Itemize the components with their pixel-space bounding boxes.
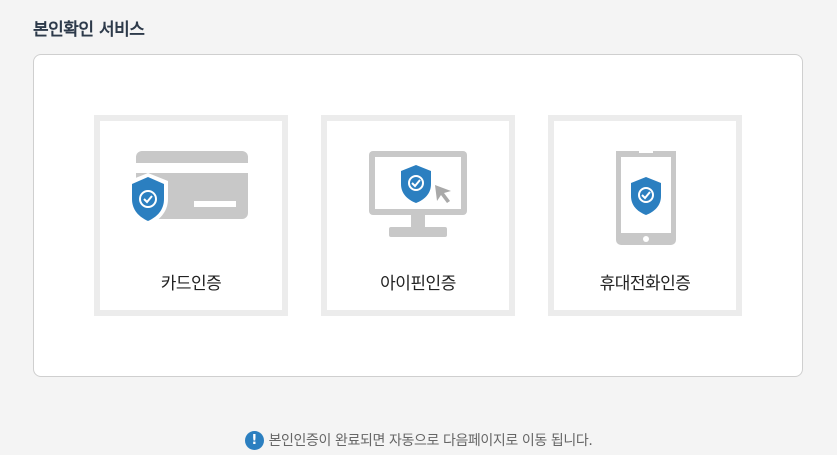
identity-verification-page: 본인확인 서비스 카드인증 아이핀인증 휴대전화인증 ! 본인인증이 완료되면 … [0,0,837,455]
method-label: 카드인증 [160,274,222,294]
card-shield-icon [100,151,282,251]
method-label: 아이핀인증 [380,274,456,294]
section-title: 본인확인 서비스 [33,20,145,40]
notice-text: 본인인증이 완료되면 자동으로 다음페이지로 이동 됩니다. [268,433,593,449]
phone-shield-icon [554,151,736,251]
notice: ! 본인인증이 완료되면 자동으로 다음페이지로 이동 됩니다. [0,430,837,450]
card-verification-button[interactable]: 카드인증 [94,115,288,316]
monitor-shield-icon [327,151,509,251]
verification-panel: 카드인증 아이핀인증 휴대전화인증 [33,54,803,377]
ipin-verification-button[interactable]: 아이핀인증 [321,115,515,316]
phone-verification-button[interactable]: 휴대전화인증 [548,115,742,316]
method-label: 휴대전화인증 [599,274,691,294]
verification-methods: 카드인증 아이핀인증 휴대전화인증 [94,115,742,316]
exclamation-icon: ! [244,430,264,450]
